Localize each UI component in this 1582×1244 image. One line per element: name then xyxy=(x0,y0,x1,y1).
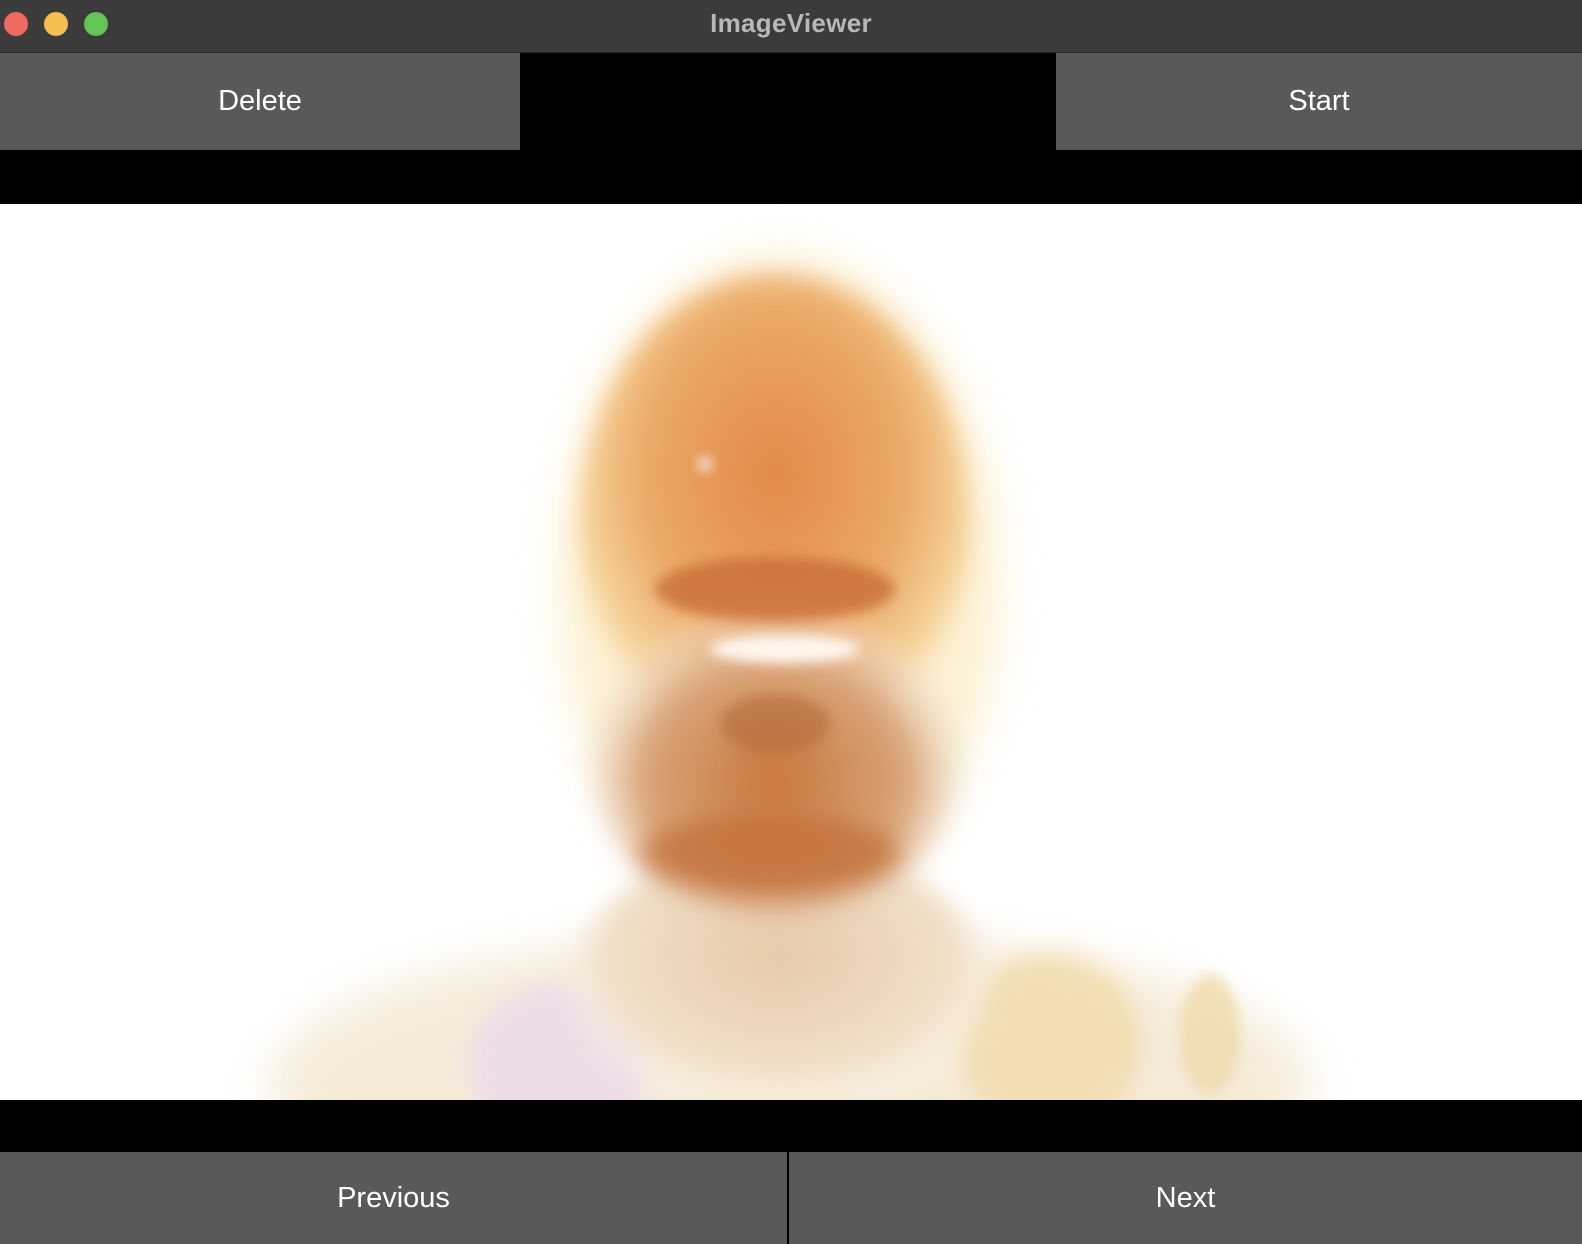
window-title: ImageViewer xyxy=(710,8,872,38)
delete-button[interactable]: Delete xyxy=(0,53,520,150)
next-button[interactable]: Next xyxy=(789,1152,1582,1244)
image-display xyxy=(0,204,1582,1100)
image-viewer-window: ImageViewer Delete Start Previous Next xyxy=(0,0,1582,1244)
displayed-photo xyxy=(0,204,1582,1100)
previous-button[interactable]: Previous xyxy=(0,1152,787,1244)
title-bar: ImageViewer xyxy=(0,0,1582,53)
start-button[interactable]: Start xyxy=(1056,53,1582,150)
